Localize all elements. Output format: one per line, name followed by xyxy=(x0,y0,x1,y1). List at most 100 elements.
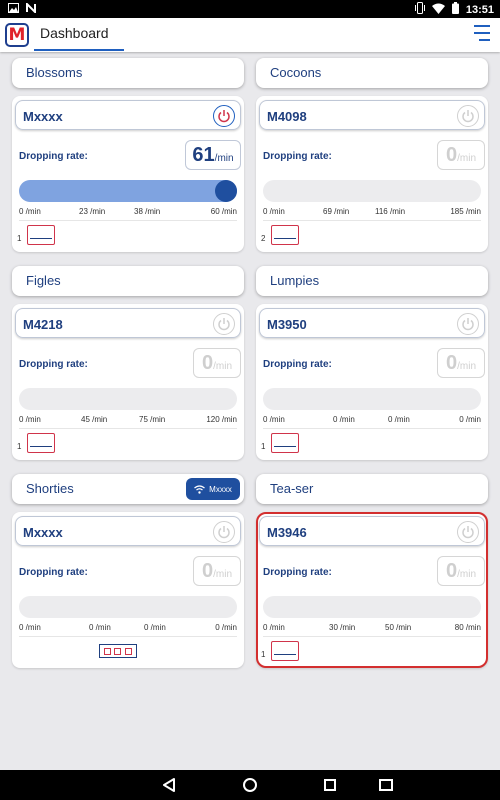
device-icon[interactable] xyxy=(271,433,299,453)
logo-letter: M xyxy=(8,24,26,45)
group-lumpies: Lumpies M3950 Dropping rate: 0/min 0 /mi… xyxy=(256,266,488,466)
tick-label: 0 /min xyxy=(144,623,166,632)
group-header[interactable]: Lumpies xyxy=(256,266,488,296)
divider xyxy=(263,428,481,429)
dropping-rate-value: 0/min xyxy=(193,556,241,586)
machine-card: M4098 Dropping rate: 0/min 0 /min 69 /mi… xyxy=(256,96,488,252)
dashboard-content: Blossoms Mxxxx Dropping rate: 61/min 0 /… xyxy=(0,52,500,770)
power-icon[interactable] xyxy=(213,313,235,335)
tick-label: 0 /min xyxy=(263,623,285,632)
dropping-rate-label: Dropping rate: xyxy=(19,567,88,578)
rate-unit: /min xyxy=(213,569,233,580)
slider-knob[interactable] xyxy=(215,180,237,202)
group-name: Blossoms xyxy=(26,65,83,80)
device-icon[interactable] xyxy=(27,433,55,453)
dropping-rate-value: 61/min xyxy=(185,140,241,170)
dropping-rate-value: 0/min xyxy=(437,556,485,586)
dropping-rate-value: 0/min xyxy=(193,348,241,378)
machine-selector[interactable]: Mxxxx xyxy=(15,100,241,130)
wifi-machine-badge[interactable]: Mxxxx xyxy=(186,478,240,500)
slider-fill xyxy=(19,180,237,202)
rate-number: 0 xyxy=(201,352,214,374)
tick-label: 0 /min xyxy=(89,623,111,632)
machine-card: M3950 Dropping rate: 0/min 0 /min 0 /min… xyxy=(256,304,488,460)
home-icon[interactable] xyxy=(243,778,257,792)
rate-slider[interactable] xyxy=(19,596,237,618)
machine-name: M4098 xyxy=(267,109,307,124)
group-name: Shorties xyxy=(26,481,74,496)
device-count: 1 xyxy=(261,650,266,659)
tick-label: 69 /min xyxy=(323,207,350,216)
dropping-rate-label: Dropping rate: xyxy=(19,151,88,162)
dropping-rate-value: 0/min xyxy=(437,140,485,170)
power-icon[interactable] xyxy=(213,521,235,543)
group-tea-ser: Tea-ser M3946 Dropping rate: 0/min 0 /mi… xyxy=(256,474,488,674)
tick-label: 0 /min xyxy=(19,207,41,216)
rate-slider[interactable] xyxy=(19,180,237,202)
group-header[interactable]: Blossoms xyxy=(12,58,244,88)
machine-name: M3946 xyxy=(267,525,307,540)
group-header[interactable]: Figles xyxy=(12,266,244,296)
page-title: Dashboard xyxy=(40,25,109,41)
power-icon[interactable] xyxy=(457,105,479,127)
machine-selector[interactable]: M3946 xyxy=(259,516,485,546)
device-icon[interactable] xyxy=(271,225,299,245)
rate-slider[interactable] xyxy=(19,388,237,410)
group-header[interactable]: Cocoons xyxy=(256,58,488,88)
rate-slider[interactable] xyxy=(263,180,481,202)
machine-name: M4218 xyxy=(23,317,63,332)
tick-label: 0 /min xyxy=(333,415,355,424)
rate-unit: /min xyxy=(457,569,477,580)
rate-slider[interactable] xyxy=(263,388,481,410)
tick-label: 0 /min xyxy=(19,415,41,424)
machine-selector[interactable]: M3950 xyxy=(259,308,485,338)
machine-selector[interactable]: Mxxxx xyxy=(15,516,241,546)
power-icon[interactable] xyxy=(213,105,235,127)
dropping-rate-value: 0/min xyxy=(437,348,485,378)
divider xyxy=(19,636,237,637)
machine-card-selected: M3946 Dropping rate: 0/min 0 /min 30 /mi… xyxy=(256,512,488,668)
group-header[interactable]: Tea-ser xyxy=(256,474,488,504)
rate-number: 0 xyxy=(445,144,458,166)
machine-name: M3950 xyxy=(267,317,307,332)
power-icon[interactable] xyxy=(457,521,479,543)
tick-label: 60 /min xyxy=(210,207,237,216)
device-count: 1 xyxy=(261,442,266,451)
device-count: 2 xyxy=(261,234,266,243)
wifi-icon xyxy=(194,484,206,494)
menu-icon[interactable] xyxy=(474,25,490,43)
power-icon[interactable] xyxy=(457,313,479,335)
divider xyxy=(263,636,481,637)
n-icon xyxy=(26,1,36,16)
split-screen-icon[interactable] xyxy=(379,779,393,791)
group-name: Figles xyxy=(26,273,61,288)
rate-unit: /min xyxy=(213,361,233,372)
dropping-rate-label: Dropping rate: xyxy=(263,359,332,370)
divider xyxy=(263,220,481,221)
tick-label: 0 /min xyxy=(388,415,410,424)
recents-icon[interactable] xyxy=(324,779,336,791)
group-figles: Figles M4218 Dropping rate: 0/min 0 /min… xyxy=(12,266,244,466)
group-header[interactable]: Shorties Mxxxx xyxy=(12,474,244,504)
rate-unit: /min xyxy=(214,153,234,164)
tick-label: 116 /min xyxy=(375,207,406,216)
device-icon[interactable] xyxy=(27,225,55,245)
multi-device-icon[interactable] xyxy=(99,644,137,658)
rate-number: 61 xyxy=(192,144,215,166)
tick-label: 30 /min xyxy=(329,623,356,632)
slider-ticks: 0 /min 0 /min 0 /min 0 /min xyxy=(263,415,481,427)
back-icon[interactable] xyxy=(163,778,177,792)
machine-card: Mxxxx Dropping rate: 0/min 0 /min 0 /min… xyxy=(12,512,244,668)
app-logo[interactable]: M xyxy=(5,23,29,47)
status-time: 13:51 xyxy=(465,3,494,16)
machine-selector[interactable]: M4218 xyxy=(15,308,241,338)
tick-label: 0 /min xyxy=(215,623,237,632)
tick-label: 75 /min xyxy=(139,415,166,424)
wifi-icon xyxy=(431,3,445,17)
device-count: 1 xyxy=(17,442,22,451)
machine-selector[interactable]: M4098 xyxy=(259,100,485,130)
rate-slider[interactable] xyxy=(263,596,481,618)
dropping-rate-label: Dropping rate: xyxy=(263,151,332,162)
divider xyxy=(19,220,237,221)
device-icon[interactable] xyxy=(271,641,299,661)
